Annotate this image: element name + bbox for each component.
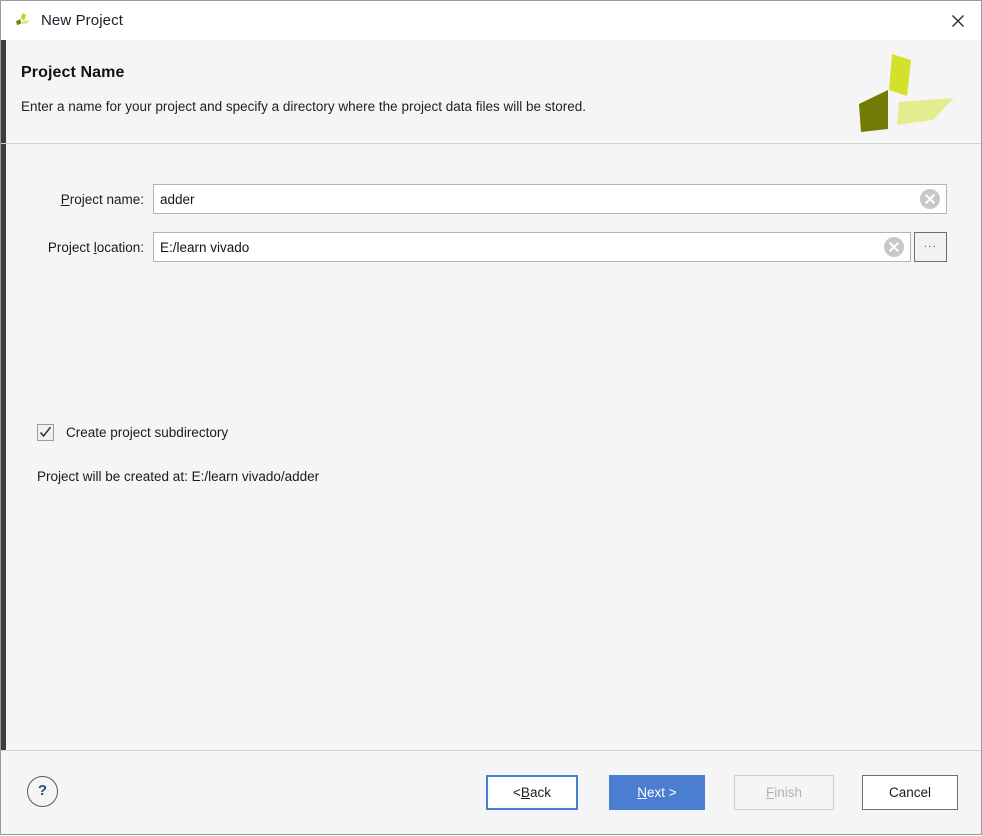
new-project-dialog: New Project Project Name Enter a name fo… [0, 0, 982, 835]
next-button-mnemonic: N [637, 785, 648, 800]
back-button-label: ack [529, 785, 551, 800]
cancel-button-label: Cancel [888, 785, 932, 800]
dialog-body: Project name: adder Project location: E:… [1, 144, 981, 750]
project-location-value: E:/learn vivado [160, 239, 250, 255]
ellipsis-icon: ... [923, 237, 938, 250]
back-button[interactable]: < Back [486, 775, 578, 810]
back-button-mnemonic: B [520, 785, 530, 800]
browse-directory-button[interactable]: ... [914, 232, 947, 262]
project-location-input[interactable]: E:/learn vivado [153, 232, 911, 262]
clear-circle-icon [920, 189, 940, 209]
project-name-clear-button[interactable] [917, 186, 943, 212]
finish-button-label: inish [774, 785, 802, 800]
cancel-button[interactable]: Cancel [862, 775, 958, 810]
finish-button: Finish [734, 775, 834, 810]
close-icon [952, 14, 964, 27]
xilinx-pinwheel-logo [859, 54, 954, 132]
checkmark-icon [39, 426, 52, 438]
back-button-pre: < [513, 785, 521, 800]
project-name-label-text: roject name: [69, 191, 144, 207]
help-question-icon: ? [37, 782, 48, 799]
finish-button-mnemonic: F [765, 785, 775, 800]
project-name-input[interactable]: adder [153, 184, 947, 214]
close-button[interactable] [935, 1, 981, 40]
title-bar: New Project [1, 1, 981, 40]
header-accent-stripe [1, 40, 6, 143]
project-location-label-pre: Project [47, 239, 94, 255]
window-title: New Project [41, 12, 123, 29]
project-location-label: Project location: [1, 240, 153, 255]
create-subdirectory-row[interactable]: Create project subdirectory [37, 424, 228, 441]
project-name-row: Project name: adder [1, 184, 947, 214]
create-subdirectory-label: Create project subdirectory [66, 425, 229, 440]
next-button[interactable]: Next > [609, 775, 705, 810]
project-name-label: Project name: [1, 192, 153, 207]
project-path-status: Project will be created at: E:/learn viv… [37, 469, 320, 484]
create-subdirectory-checkbox[interactable] [37, 424, 54, 441]
dialog-header: Project Name Enter a name for your proje… [1, 40, 981, 144]
project-location-row: Project location: E:/learn vivado ... [1, 232, 947, 262]
next-button-label: ext > [647, 785, 677, 800]
project-location-clear-button[interactable] [881, 234, 907, 260]
clear-circle-icon [884, 237, 904, 257]
project-name-mnemonic: P [60, 191, 70, 207]
vivado-logo-icon [16, 12, 30, 25]
page-subtitle: Enter a name for your project and specif… [21, 99, 587, 114]
page-title: Project Name [21, 64, 125, 81]
project-location-label-text: ocation: [96, 239, 144, 255]
help-button[interactable]: ? [27, 776, 58, 807]
project-name-value: adder [160, 191, 195, 207]
